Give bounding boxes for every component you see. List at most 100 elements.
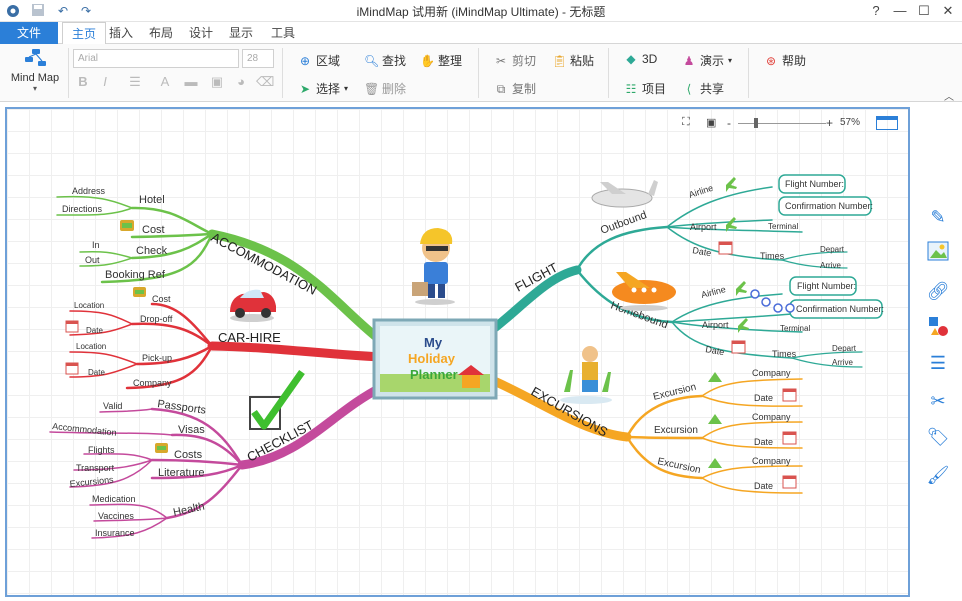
delete-button[interactable]: 🗑︎ 删除 xyxy=(364,80,406,97)
clipboard-icon: 📋︎ xyxy=(552,53,568,68)
fill-icon[interactable]: ▣ xyxy=(208,74,226,90)
plane-icon xyxy=(738,318,749,333)
tab-home[interactable]: 主页 xyxy=(62,22,106,45)
find-button[interactable]: 🔍︎ 查找 xyxy=(364,52,406,69)
visas-node: Visas xyxy=(178,424,205,436)
italic-icon[interactable]: I xyxy=(96,74,114,89)
excursion3-date: Date xyxy=(754,481,773,491)
region-button[interactable]: ⊕ 区域 xyxy=(298,52,340,69)
money-icon xyxy=(120,220,134,231)
pilot-icon xyxy=(412,228,455,305)
zoom-slider[interactable] xyxy=(738,123,826,124)
carhire-cost-node: Cost xyxy=(152,294,171,304)
outbound-arrive-node: Arrive xyxy=(820,261,841,270)
cube-icon: ◆ xyxy=(626,52,636,66)
mindmap-label: Mind Map xyxy=(10,72,60,84)
brainstorm-icon[interactable]: ✂ xyxy=(926,389,950,413)
tab-design[interactable]: 设计 xyxy=(186,22,216,44)
money-icon xyxy=(155,443,168,453)
pickup-node: Pick-up xyxy=(142,353,172,363)
homebound-airport-node: Airport xyxy=(702,320,729,330)
notes-edit-icon[interactable]: ✎ xyxy=(926,205,950,229)
project-button[interactable]: ☷ 项目 xyxy=(624,80,666,97)
tab-file[interactable]: 文件 xyxy=(0,22,58,44)
tab-view[interactable]: 显示 xyxy=(226,22,256,44)
help-ribbon-button[interactable]: ⊛ 帮助 xyxy=(764,52,806,69)
tag-icon[interactable]: 🏷︎ xyxy=(926,425,950,449)
homebound-arrive-node: Arrive xyxy=(832,358,853,367)
clear-format-icon[interactable]: ⌫ xyxy=(256,74,274,90)
checkmark-icon xyxy=(249,369,305,430)
insurance-node: Insurance xyxy=(95,528,135,538)
help-button[interactable]: ? xyxy=(864,0,888,22)
excursion2-date: Date xyxy=(754,437,773,447)
tab-tools[interactable]: 工具 xyxy=(268,22,298,44)
separator xyxy=(608,48,609,98)
homebound-airline-node: Airline xyxy=(700,284,727,300)
find-label: 查找 xyxy=(382,54,407,68)
restore-button[interactable]: ☐ xyxy=(912,0,936,22)
excursion3-node: Excursion xyxy=(656,456,701,476)
outbound-times-node: Times xyxy=(760,251,785,261)
3d-button[interactable]: ◆ 3D xyxy=(624,52,657,66)
format-brush-icon[interactable]: 🖌︎ xyxy=(926,463,950,487)
paint-icon[interactable]: ◕ xyxy=(232,74,250,89)
tab-insert[interactable]: 插入 xyxy=(106,22,136,44)
outline-icon[interactable]: ☰ xyxy=(926,351,950,375)
booking-ref-node: Booking Ref xyxy=(105,269,166,281)
minimize-button[interactable]: — xyxy=(888,0,912,22)
shapes-icon[interactable] xyxy=(926,315,950,339)
overview-icon[interactable]: ▣ xyxy=(706,116,716,129)
car-icon xyxy=(230,289,276,322)
separator xyxy=(478,48,479,98)
zoom-controls: ⛶ ▣ - + 57% xyxy=(680,116,900,132)
tab-layout[interactable]: 布局 xyxy=(146,22,176,44)
ribbon-tabs: 文件 主页 插入 布局 设计 显示 工具 通知 10 xyxy=(0,22,962,62)
organize-button[interactable]: ✋ 整理 xyxy=(420,52,462,69)
excursion2-node: Excursion xyxy=(654,425,698,436)
calendar-icon xyxy=(718,241,733,255)
cursor-icon: ➤ xyxy=(299,81,311,96)
fit-screen-icon[interactable]: ⛶ xyxy=(682,116,690,129)
present-button[interactable]: ♟ 演示 ▾ xyxy=(682,52,732,69)
calendar-icon xyxy=(65,320,79,333)
highlight-icon[interactable]: ▬ xyxy=(182,74,200,89)
check-out-node: Out xyxy=(85,255,100,265)
organize-label: 整理 xyxy=(438,54,463,68)
zoom-in-button[interactable]: + xyxy=(826,116,833,130)
close-button[interactable]: ✕ xyxy=(936,0,960,22)
pickup-location-node: Location xyxy=(76,342,106,351)
checklist-accommodation-node: Accommodation xyxy=(52,421,117,438)
zoom-out-button[interactable]: - xyxy=(727,116,731,130)
central-node[interactable]: My Holiday Planner xyxy=(372,318,498,400)
check-node: Check xyxy=(136,245,168,257)
collapse-ribbon-icon[interactable]: ︿ xyxy=(944,88,954,103)
cut-button[interactable]: ✂ 剪切 xyxy=(494,52,536,69)
font-color-icon[interactable]: A xyxy=(156,74,174,89)
share-button[interactable]: ⟨ 共享 xyxy=(682,80,724,97)
pickup-date-node: Date xyxy=(88,368,105,377)
zoom-slider-thumb[interactable] xyxy=(754,118,758,128)
bold-icon[interactable]: B xyxy=(74,74,92,89)
outbound-depart-node: Depart xyxy=(820,245,845,254)
homebound-terminal-node: Terminal xyxy=(780,324,810,333)
paste-button[interactable]: 📋︎ 粘贴 xyxy=(552,52,594,69)
right-side-panel: ✎ 🔗︎ ☰ ✂ 🏷︎ 🖌︎ xyxy=(914,107,962,601)
project-icon: ☷ xyxy=(625,81,637,96)
tree-icon xyxy=(708,414,722,424)
outbound-flight-number: Flight Number: xyxy=(785,179,844,189)
directions-node: Directions xyxy=(62,204,103,214)
chevron-down-icon: ▾ xyxy=(344,84,349,93)
attachment-icon[interactable]: 🔗︎ xyxy=(926,279,950,303)
mindmap-button[interactable]: Mind Map ▾ xyxy=(10,47,60,99)
health-node: Health xyxy=(172,501,206,519)
chevron-down-icon: ▾ xyxy=(728,56,733,65)
panel-toggle-icon[interactable] xyxy=(876,116,898,130)
align-icon[interactable]: ☰ xyxy=(126,74,144,90)
font-size-select[interactable]: 28 xyxy=(242,49,274,68)
select-button[interactable]: ➤ 选择 ▾ xyxy=(298,80,348,97)
image-icon[interactable] xyxy=(926,241,950,265)
font-family-select[interactable]: Arial xyxy=(73,49,239,68)
copy-button[interactable]: ⧉ 复制 xyxy=(494,80,536,97)
mindmap-canvas[interactable]: ACCOMMODATION Hotel Address Directions C… xyxy=(5,107,910,597)
